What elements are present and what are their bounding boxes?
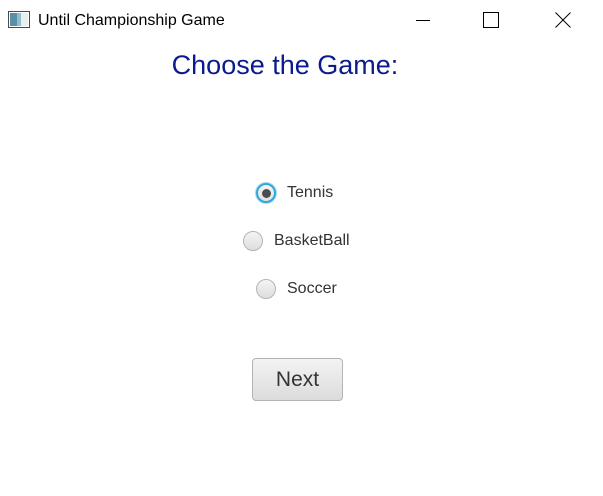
radio-option-basketball[interactable]: BasketBall [243, 228, 350, 254]
radio-button-selected[interactable] [256, 183, 276, 203]
close-icon [555, 12, 571, 28]
maximize-icon [483, 12, 499, 28]
java-app-icon [8, 11, 30, 28]
radio-dot [261, 188, 271, 198]
radio-button[interactable] [256, 279, 276, 299]
minimize-icon [416, 13, 430, 27]
radio-label-soccer: Soccer [287, 280, 337, 297]
page-title: Choose the Game: [171, 50, 399, 80]
close-button[interactable] [540, 0, 586, 40]
next-button[interactable]: Next [252, 358, 343, 401]
radio-label-basketball: BasketBall [274, 232, 350, 249]
radio-option-soccer[interactable]: Soccer [256, 276, 337, 302]
radio-label-tennis: Tennis [287, 184, 334, 201]
window-title: Until Championship Game [38, 12, 225, 29]
maximize-button[interactable] [468, 0, 514, 40]
app-window: Until Championship Game Choose the Game:… [0, 0, 603, 496]
title-bar[interactable]: Until Championship Game [0, 0, 603, 40]
radio-option-tennis[interactable]: Tennis [256, 180, 333, 206]
minimize-button[interactable] [400, 0, 446, 40]
radio-button[interactable] [243, 231, 263, 251]
